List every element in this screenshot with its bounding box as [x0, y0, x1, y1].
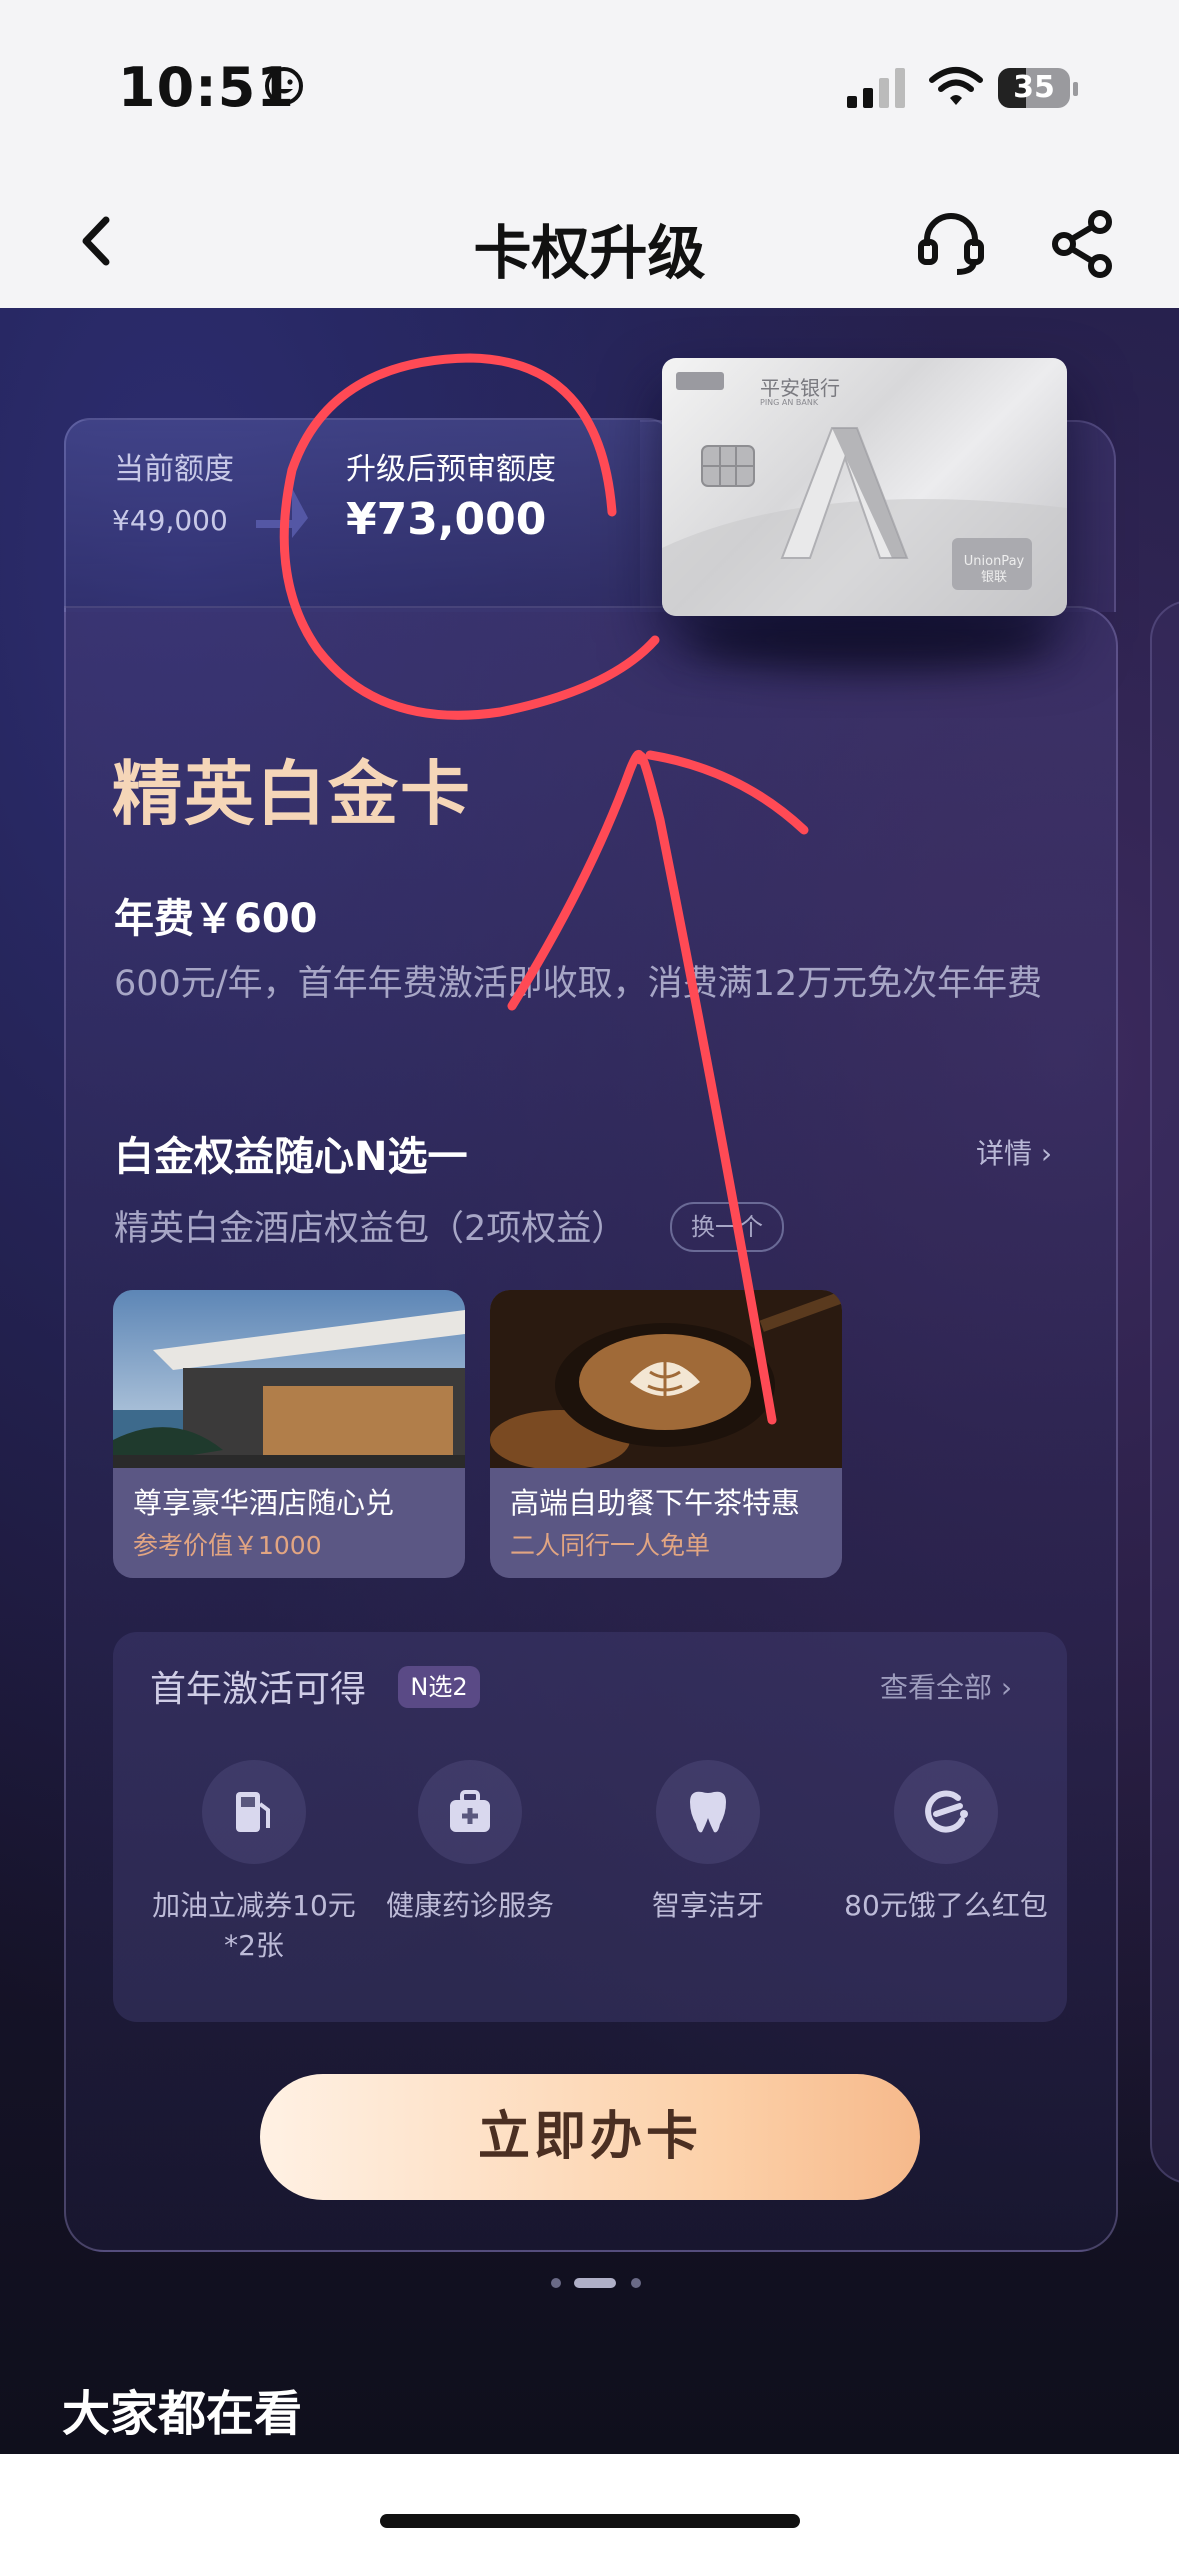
home-indicator-area: [0, 2454, 1179, 2556]
upgraded-quota-value: ¥73,000: [346, 494, 547, 545]
fuel-icon: [236, 1792, 270, 1832]
eleme-icon: [925, 1790, 968, 1833]
first-year-item-fuel[interactable]: 加油立减券10元*2张: [144, 1760, 364, 1966]
home-indicator[interactable]: [380, 2514, 800, 2528]
battery-icon: 35: [998, 66, 1080, 110]
view-all-link[interactable]: 查看全部 ›: [880, 1666, 1012, 1706]
benefit-card-hotel[interactable]: 尊享豪华酒店随心兑 参考价值￥1000: [113, 1290, 465, 1578]
first-year-item-eleme[interactable]: 80元饿了么红包: [836, 1760, 1056, 1926]
card-network-logo: UnionPay 银联: [963, 554, 1025, 585]
bank-name-en: PING AN BANK: [760, 398, 819, 407]
first-year-item-medical[interactable]: 健康药诊服务: [360, 1760, 580, 1926]
upgrade-arrow-icon: [256, 488, 308, 538]
benefit-card-afternoon-tea[interactable]: 高端自助餐下午茶特惠 二人同行一人免单: [490, 1290, 842, 1578]
apply-card-button[interactable]: 立即办卡: [260, 2074, 920, 2200]
annual-fee-title: 年费￥600: [114, 896, 318, 942]
chevron-right-icon: ›: [1040, 1137, 1053, 1170]
wifi-icon: [929, 67, 983, 105]
benefit-card-subtitle: 二人同行一人免单: [510, 1531, 711, 1560]
medical-kit-icon: [450, 1790, 490, 1832]
back-icon[interactable]: [72, 206, 122, 276]
page-indicator[interactable]: [550, 2276, 650, 2290]
page-title: 卡权升级: [473, 219, 706, 287]
current-quota-label: 当前额度: [114, 452, 234, 487]
battery-level: 35: [1013, 70, 1055, 105]
benefits-title: 白金权益随心N选一: [114, 1134, 468, 1180]
view-all-label: 查看全部: [880, 1671, 993, 1704]
first-year-item-label: 智享洁牙: [651, 1889, 764, 1922]
section-title: 大家都在看: [62, 2386, 303, 2442]
benefits-detail-link[interactable]: 详情 ›: [976, 1132, 1052, 1172]
card-name: 精英白金卡: [112, 753, 472, 835]
benefits-subtitle: 精英白金酒店权益包（2项权益）: [114, 1209, 627, 1249]
card-shadow: [690, 610, 1050, 670]
swap-button[interactable]: 换一个: [670, 1202, 784, 1252]
first-year-item-dental[interactable]: 智享洁牙: [598, 1760, 818, 1926]
customer-service-icon[interactable]: [915, 208, 987, 280]
smiley-icon: [265, 67, 303, 105]
first-year-item-label: 80元饿了么红包: [844, 1889, 1048, 1922]
benefit-card-subtitle: 参考价值￥1000: [133, 1531, 322, 1560]
tooth-icon: [690, 1791, 726, 1833]
chevron-right-icon: ›: [1000, 1671, 1013, 1704]
bank-name: 平安银行: [760, 376, 840, 400]
share-icon[interactable]: [1048, 208, 1118, 280]
upgraded-quota-label: 升级后预审额度: [346, 452, 556, 487]
first-year-item-label: 加油立减券10元*2张: [152, 1889, 356, 1962]
current-quota-value: ¥49,000: [112, 504, 228, 537]
bank-card-image: 平安银行 PING AN BANK UnionPay 银联: [662, 358, 1067, 616]
benefit-card-title: 尊享豪华酒店随心兑: [133, 1486, 395, 1520]
first-year-item-label: 健康药诊服务: [385, 1889, 554, 1922]
hotel-image: [113, 1290, 465, 1468]
annual-fee-description: 600元/年，首年年费激活即收取，消费满12万元免次年年费: [114, 964, 1043, 1004]
benefit-card-title: 高端自助餐下午茶特惠: [510, 1486, 801, 1520]
benefits-detail-label: 详情: [976, 1137, 1033, 1170]
coffee-image: [490, 1290, 842, 1468]
choose-badge: N选2: [398, 1666, 480, 1708]
first-year-title: 首年激活可得: [150, 1669, 367, 1710]
cellular-signal-icon: [847, 68, 905, 108]
next-card-peek[interactable]: [1150, 600, 1179, 2184]
